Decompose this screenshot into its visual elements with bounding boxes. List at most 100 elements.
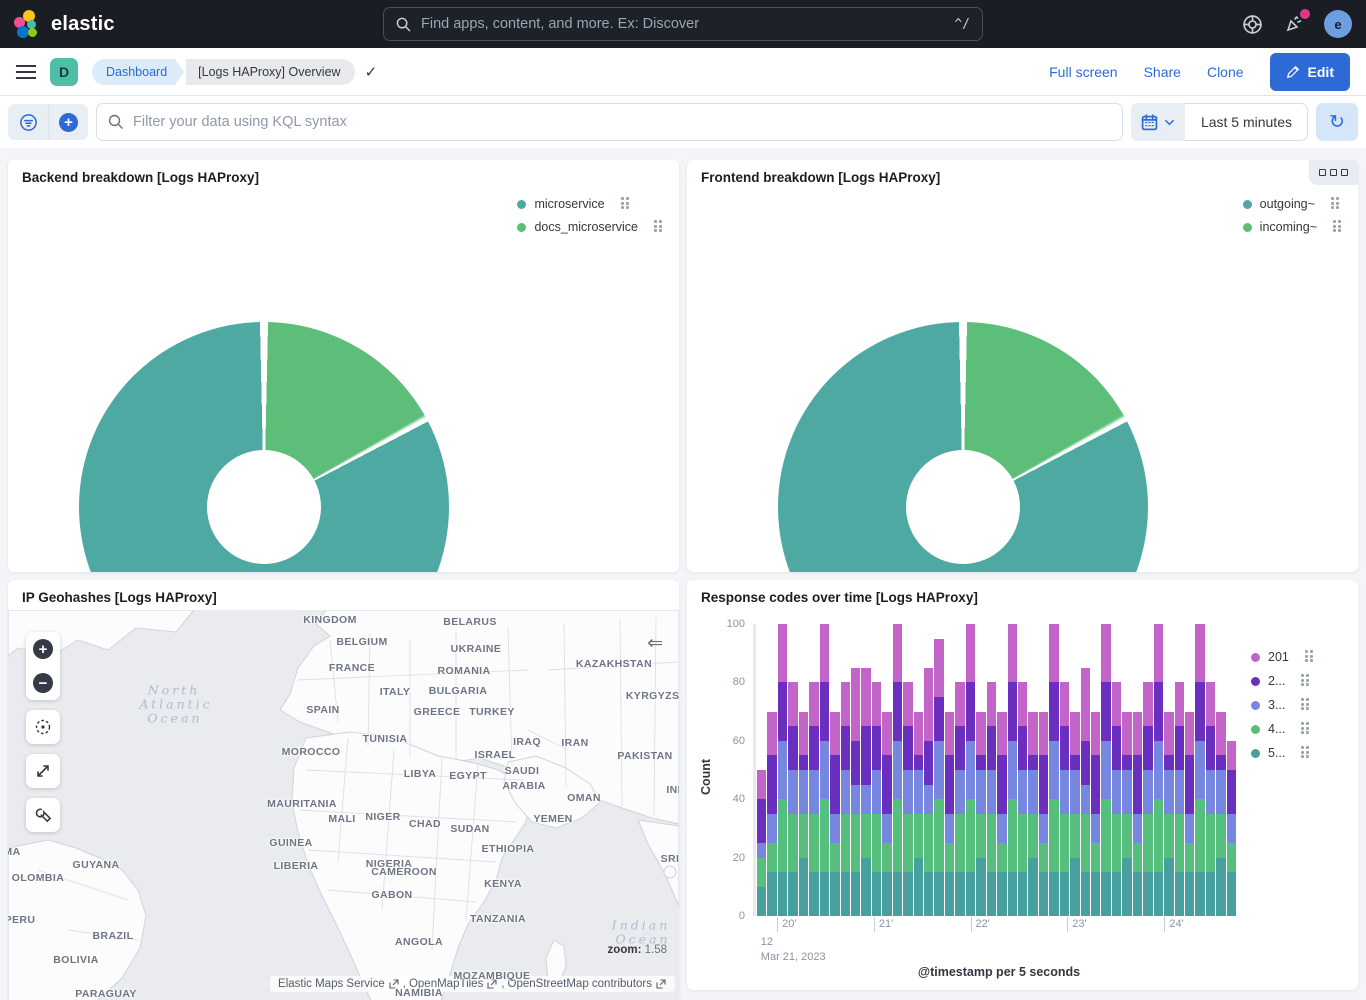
panel-title[interactable]: Backend breakdown [Logs HAProxy]: [8, 160, 679, 185]
stacked-bar[interactable]: [830, 712, 839, 916]
stacked-bar[interactable]: [1070, 712, 1079, 916]
stacked-bar[interactable]: [1091, 712, 1100, 916]
stacked-bar[interactable]: [1039, 712, 1048, 916]
map-attribution-link[interactable]: Elastic Maps Service: [278, 978, 385, 990]
map-zoom-out-button[interactable]: −: [26, 666, 60, 700]
edit-button[interactable]: Edit: [1270, 53, 1350, 91]
stacked-bar[interactable]: [1164, 712, 1173, 916]
stacked-bar[interactable]: [1133, 712, 1142, 916]
stacked-bar[interactable]: [1122, 712, 1131, 916]
stacked-bar[interactable]: [955, 682, 964, 916]
legend-item[interactable]: docs_microservice: [517, 220, 663, 234]
stacked-bar[interactable]: [987, 682, 996, 916]
legend-actions-icon[interactable]: [1333, 220, 1342, 234]
breadcrumb-dashboard[interactable]: Dashboard: [92, 59, 175, 85]
legend-actions-icon[interactable]: [1331, 197, 1340, 211]
backend-donut-chart[interactable]: [79, 322, 449, 572]
stacked-bar[interactable]: [914, 712, 923, 916]
legend-item[interactable]: 2...: [1251, 674, 1314, 688]
clone-button[interactable]: Clone: [1207, 64, 1244, 80]
time-range-value[interactable]: Last 5 minutes: [1185, 103, 1308, 141]
legend-item[interactable]: 201: [1251, 650, 1314, 664]
stacked-bar[interactable]: [1112, 682, 1121, 916]
stacked-bar[interactable]: [1060, 682, 1069, 916]
legend-item[interactable]: 5...: [1251, 746, 1314, 760]
saved-check-icon[interactable]: ✓: [365, 63, 378, 81]
stacked-bar[interactable]: [757, 770, 766, 916]
legend-item[interactable]: 3...: [1251, 698, 1314, 712]
stacked-bar[interactable]: [788, 682, 797, 916]
legend-actions-icon[interactable]: [1305, 650, 1314, 664]
legend-item[interactable]: 4...: [1251, 722, 1314, 736]
menu-icon[interactable]: [16, 65, 36, 79]
stacked-bar[interactable]: [841, 682, 850, 916]
news-feed-icon[interactable]: [1282, 12, 1306, 36]
panel-title[interactable]: IP Geohashes [Logs HAProxy]: [8, 580, 679, 605]
legend-actions-icon[interactable]: [654, 220, 663, 234]
stacked-bar[interactable]: [924, 668, 933, 916]
stacked-bar[interactable]: [997, 712, 1006, 916]
calendar-menu-button[interactable]: [1131, 103, 1185, 141]
refresh-button[interactable]: ↻: [1316, 103, 1358, 141]
stacked-bar[interactable]: [809, 682, 818, 916]
map-legend-collapse-icon[interactable]: ⇐: [647, 632, 663, 655]
stacked-bar[interactable]: [945, 712, 954, 916]
kql-query-input[interactable]: Filter your data using KQL syntax: [96, 103, 1123, 141]
legend-actions-icon[interactable]: [1301, 674, 1310, 688]
add-filter-button[interactable]: +: [48, 104, 88, 140]
map-tools-icon[interactable]: [26, 798, 60, 832]
stacked-bar[interactable]: [1154, 624, 1163, 916]
legend-item[interactable]: microservice: [517, 197, 663, 211]
stacked-bar[interactable]: [934, 639, 943, 916]
stacked-bar[interactable]: [1049, 624, 1058, 916]
stacked-bar[interactable]: [903, 682, 912, 916]
stacked-bar[interactable]: [1008, 624, 1017, 916]
stacked-bar[interactable]: [1018, 682, 1027, 916]
legend-actions-icon[interactable]: [1301, 746, 1310, 760]
global-search-input[interactable]: Find apps, content, and more. Ex: Discov…: [383, 7, 983, 41]
panel-options-icon[interactable]: [1309, 160, 1358, 185]
legend-actions-icon[interactable]: [621, 197, 630, 211]
panel-title[interactable]: Response codes over time [Logs HAProxy]: [687, 580, 1358, 605]
stacked-bar[interactable]: [893, 624, 902, 916]
map-expand-icon[interactable]: [26, 754, 60, 788]
user-avatar[interactable]: e: [1324, 10, 1352, 38]
stacked-bar[interactable]: [861, 668, 870, 916]
legend-item[interactable]: outgoing~: [1243, 197, 1342, 211]
stacked-bar[interactable]: [767, 712, 776, 916]
stacked-bar[interactable]: [1206, 682, 1215, 916]
stacked-bar[interactable]: [820, 624, 829, 916]
stacked-bar[interactable]: [1185, 712, 1194, 916]
legend-actions-icon[interactable]: [1301, 698, 1310, 712]
stacked-bar[interactable]: [1081, 668, 1090, 916]
stacked-bar[interactable]: [976, 712, 985, 916]
map-zoom-in-button[interactable]: +: [26, 632, 60, 666]
stacked-bar[interactable]: [1227, 741, 1236, 916]
stacked-bar[interactable]: [799, 712, 808, 916]
stacked-bar[interactable]: [882, 712, 891, 916]
stacked-bar[interactable]: [1195, 624, 1204, 916]
frontend-donut-chart[interactable]: [778, 322, 1148, 572]
space-avatar[interactable]: D: [50, 58, 78, 86]
filter-menu-icon[interactable]: [8, 104, 48, 140]
stacked-bar[interactable]: [778, 624, 787, 916]
legend-dot-icon: [1251, 701, 1260, 710]
stacked-bar[interactable]: [1143, 682, 1152, 916]
legend-actions-icon[interactable]: [1301, 722, 1310, 736]
stacked-bar[interactable]: [1175, 682, 1184, 916]
stacked-bar[interactable]: [1216, 712, 1225, 916]
help-icon[interactable]: [1240, 12, 1264, 36]
stacked-bar[interactable]: [1101, 624, 1110, 916]
breadcrumb-current-page[interactable]: [Logs HAProxy] Overview: [186, 59, 354, 85]
stacked-bar[interactable]: [1028, 712, 1037, 916]
stacked-bar[interactable]: [872, 682, 881, 916]
full-screen-button[interactable]: Full screen: [1049, 64, 1117, 80]
panel-title[interactable]: Frontend breakdown [Logs HAProxy]: [687, 160, 1358, 185]
stacked-bar[interactable]: [851, 668, 860, 916]
map-set-view-icon[interactable]: [26, 710, 60, 744]
bar-segment: [1101, 741, 1110, 799]
legend-item[interactable]: incoming~: [1243, 220, 1342, 234]
geo-map[interactable]: + − ⇐ zoom: 1.58 Elastic Maps Service, O…: [8, 610, 679, 1000]
share-button[interactable]: Share: [1144, 64, 1181, 80]
stacked-bar[interactable]: [966, 624, 975, 916]
